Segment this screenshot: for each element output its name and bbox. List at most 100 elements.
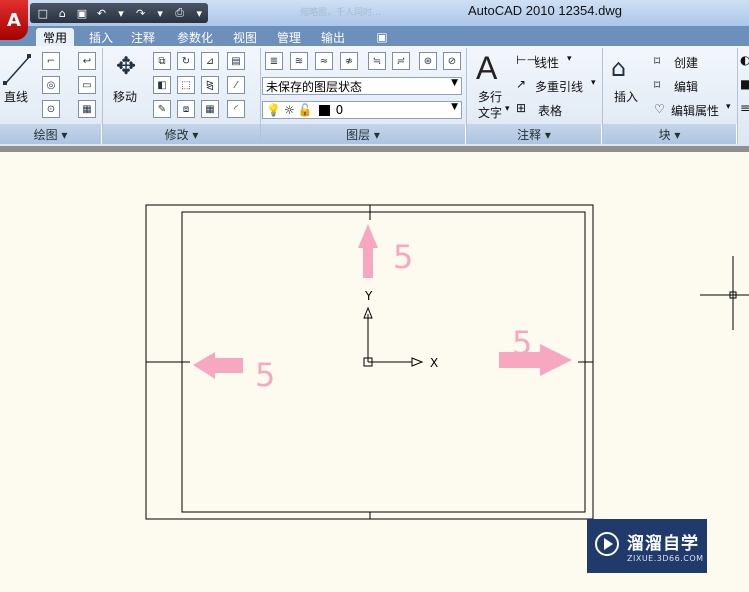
arrow-label-left: 5 bbox=[255, 356, 275, 394]
erase-icon[interactable]: ▤ bbox=[227, 52, 245, 70]
edit-block-label[interactable]: 编辑 bbox=[674, 78, 698, 95]
create-block-label[interactable]: 创建 bbox=[674, 54, 698, 71]
mtext-label-2[interactable]: 文字 bbox=[478, 104, 502, 121]
tab-output[interactable]: 输出 bbox=[314, 28, 352, 46]
circle-icon[interactable]: ◎ bbox=[42, 76, 60, 94]
properties-icon[interactable]: ◐ bbox=[740, 53, 749, 67]
play-icon bbox=[595, 532, 619, 556]
chevron-down-icon[interactable]: ▾ bbox=[505, 104, 510, 114]
ribbon-tab-bar: 常用 插入 注释 参数化 视图 管理 输出 ▣ bbox=[0, 26, 749, 46]
new-icon[interactable]: □ bbox=[34, 5, 52, 21]
multiline-text-icon[interactable]: A bbox=[476, 50, 497, 87]
block-panel-footer[interactable]: 块 ▾ bbox=[603, 124, 737, 144]
table-icon[interactable]: ⊞ bbox=[516, 101, 526, 115]
offset-arrow-left bbox=[193, 352, 243, 379]
redo-icon[interactable]: ↷ bbox=[132, 5, 150, 21]
move-button-label[interactable]: 移动 bbox=[113, 88, 137, 105]
offset-icon[interactable]: ⧈ bbox=[177, 100, 195, 118]
multileader-label[interactable]: 多重引线 bbox=[535, 78, 583, 95]
watermark-name: 溜溜自学 bbox=[627, 534, 699, 554]
properties-icon[interactable]: ■ bbox=[740, 77, 749, 91]
rotate-icon[interactable]: ↻ bbox=[177, 52, 195, 70]
layer-state-combo[interactable]: 未保存的图层状态 ▼ bbox=[262, 77, 462, 95]
panel-separator bbox=[737, 48, 738, 144]
linear-dim-label[interactable]: 线性 bbox=[535, 54, 559, 71]
edit-attribute-label[interactable]: 编辑属性 bbox=[671, 102, 719, 119]
trim-icon[interactable]: ⊿ bbox=[201, 52, 219, 70]
copy-icon[interactable]: ⧉ bbox=[153, 52, 171, 70]
qat-customize-icon[interactable]: ▾ bbox=[191, 5, 209, 21]
edit-block-icon[interactable]: ⌑ bbox=[654, 78, 660, 92]
layer-combo[interactable]: 💡 ☼ 🔓 0 ▼ bbox=[262, 101, 462, 119]
line-button-label[interactable]: 直线 bbox=[4, 88, 28, 105]
edit-attribute-icon[interactable]: ♡ bbox=[654, 102, 665, 116]
qat-dropdown-icon[interactable]: ▾ bbox=[112, 5, 130, 21]
undo-icon[interactable]: ↶ bbox=[93, 5, 111, 21]
array-icon[interactable]: ▦ bbox=[201, 100, 219, 118]
layer-iso-icon[interactable]: ≋ bbox=[290, 52, 308, 70]
layer-off-icon[interactable]: ≉ bbox=[340, 52, 358, 70]
rectangle-icon[interactable]: ▭ bbox=[78, 76, 96, 94]
quick-access-toolbar: □ ⌂ ▣ ↶ ▾ ↷ ▾ ⎙ ▾ bbox=[30, 3, 208, 23]
arc-icon[interactable]: ↩ bbox=[78, 52, 96, 70]
multileader-icon[interactable]: ↗ bbox=[516, 77, 526, 91]
layer-change-icon[interactable]: ≓ bbox=[392, 52, 410, 70]
table-label[interactable]: 表格 bbox=[538, 102, 562, 119]
window-title: AutoCAD 2010 12354.dwg bbox=[468, 3, 622, 18]
tab-view[interactable]: 视图 bbox=[226, 28, 264, 46]
annotation-panel-footer[interactable]: 注释 ▾ bbox=[467, 124, 602, 144]
print-icon[interactable]: ⎙ bbox=[171, 5, 189, 21]
tab-annotate[interactable]: 注释 bbox=[124, 28, 162, 46]
create-block-icon[interactable]: ⌑ bbox=[654, 54, 660, 68]
scale-icon[interactable]: ⬚ bbox=[177, 76, 195, 94]
layer-match-icon[interactable]: ≒ bbox=[368, 52, 386, 70]
move-icon[interactable]: ✥ bbox=[112, 52, 140, 82]
application-menu-button[interactable]: A bbox=[0, 0, 28, 40]
match-properties-icon[interactable]: ✎ bbox=[153, 100, 171, 118]
chevron-down-icon[interactable]: ▾ bbox=[567, 54, 572, 64]
tab-insert[interactable]: 插入 bbox=[82, 28, 120, 46]
insert-block-icon[interactable]: ⌂ bbox=[611, 54, 641, 84]
linear-dim-icon[interactable]: ⊢⊣ bbox=[516, 53, 537, 67]
tab-home[interactable]: 常用 bbox=[36, 28, 74, 46]
insert-label[interactable]: 插入 bbox=[614, 88, 638, 105]
arrow-label-right: 5 bbox=[512, 324, 532, 362]
stretch-icon[interactable]: ◧ bbox=[153, 76, 171, 94]
draw-panel-footer[interactable]: 绘图 ▾ bbox=[0, 124, 102, 144]
mirror-icon[interactable]: ⧎ bbox=[201, 76, 219, 94]
chevron-down-icon: ▼ bbox=[451, 78, 458, 88]
save-icon[interactable]: ▣ bbox=[73, 5, 91, 21]
chevron-down-icon: ▼ bbox=[451, 102, 458, 112]
line-icon[interactable] bbox=[2, 52, 32, 86]
chevron-down-icon[interactable]: ▾ bbox=[726, 102, 731, 112]
layer-properties-icon[interactable]: ≣ bbox=[265, 52, 283, 70]
hatch-icon[interactable]: ▦ bbox=[78, 100, 96, 118]
tab-manage[interactable]: 管理 bbox=[270, 28, 308, 46]
sun-icon: ☼ bbox=[283, 103, 295, 117]
polyline-icon[interactable]: ⌐ bbox=[42, 52, 60, 70]
layer-freeze-icon[interactable]: ≈ bbox=[315, 52, 333, 70]
arrow-label-top: 5 bbox=[393, 238, 413, 276]
layer-lock-icon[interactable]: ⊘ bbox=[443, 52, 461, 70]
fillet-icon[interactable]: ◜ bbox=[227, 100, 245, 118]
mtext-label-1[interactable]: 多行 bbox=[478, 88, 502, 105]
ucs-y-label: Y bbox=[364, 289, 373, 303]
open-icon[interactable]: ⌂ bbox=[54, 5, 72, 21]
watermark-url: ZIXUE.3D66.COM bbox=[627, 554, 704, 563]
layers-panel-footer[interactable]: 图层 ▾ bbox=[261, 124, 466, 144]
ribbon-minimize-icon[interactable]: ▣ bbox=[372, 28, 392, 46]
qat-dropdown-icon[interactable]: ▾ bbox=[151, 5, 169, 21]
layer-walk-icon[interactable]: ⊛ bbox=[419, 52, 437, 70]
lightbulb-icon: 💡 bbox=[266, 103, 281, 117]
watermark-logo: 溜溜自学 ZIXUE.3D66.COM bbox=[587, 519, 707, 573]
ellipse-icon[interactable]: ⊙ bbox=[42, 100, 60, 118]
properties-icon[interactable]: ≡ bbox=[740, 101, 749, 115]
offset-arrow-right bbox=[499, 344, 572, 376]
tab-parametric[interactable]: 参数化 bbox=[170, 28, 220, 46]
layer-color-swatch bbox=[318, 104, 330, 116]
explode-icon[interactable]: ⁄ bbox=[227, 76, 245, 94]
offset-arrow-up bbox=[358, 224, 378, 278]
ucs-x-arrow-icon bbox=[411, 357, 424, 367]
chevron-down-icon[interactable]: ▾ bbox=[591, 78, 596, 88]
modify-panel-footer[interactable]: 修改 ▾ bbox=[103, 124, 261, 144]
